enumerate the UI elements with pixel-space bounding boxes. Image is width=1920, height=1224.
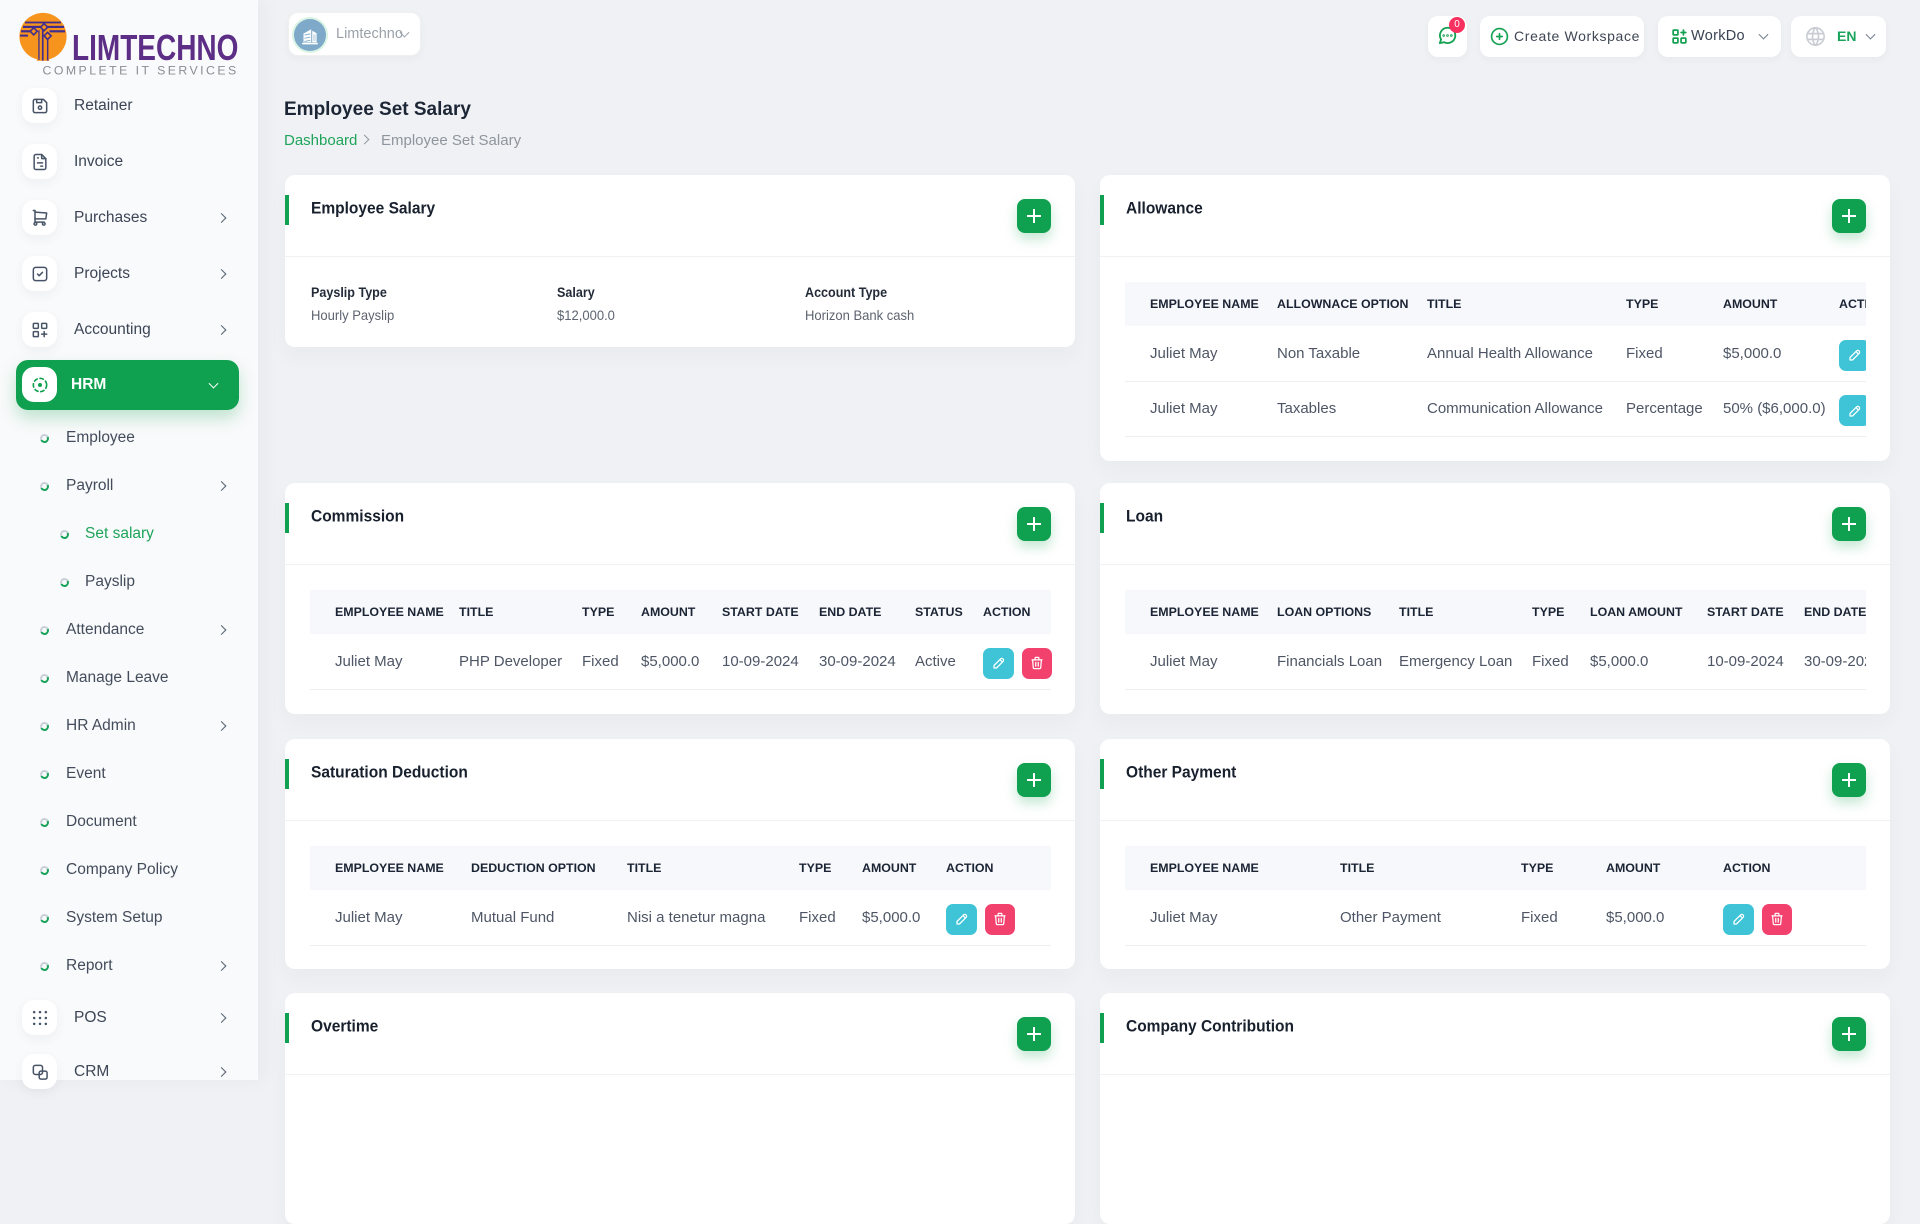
svg-text:COMPLETE IT SERVICES: COMPLETE IT SERVICES (43, 64, 239, 78)
svg-text:LIMTECHNO: LIMTECHNO (72, 28, 238, 68)
